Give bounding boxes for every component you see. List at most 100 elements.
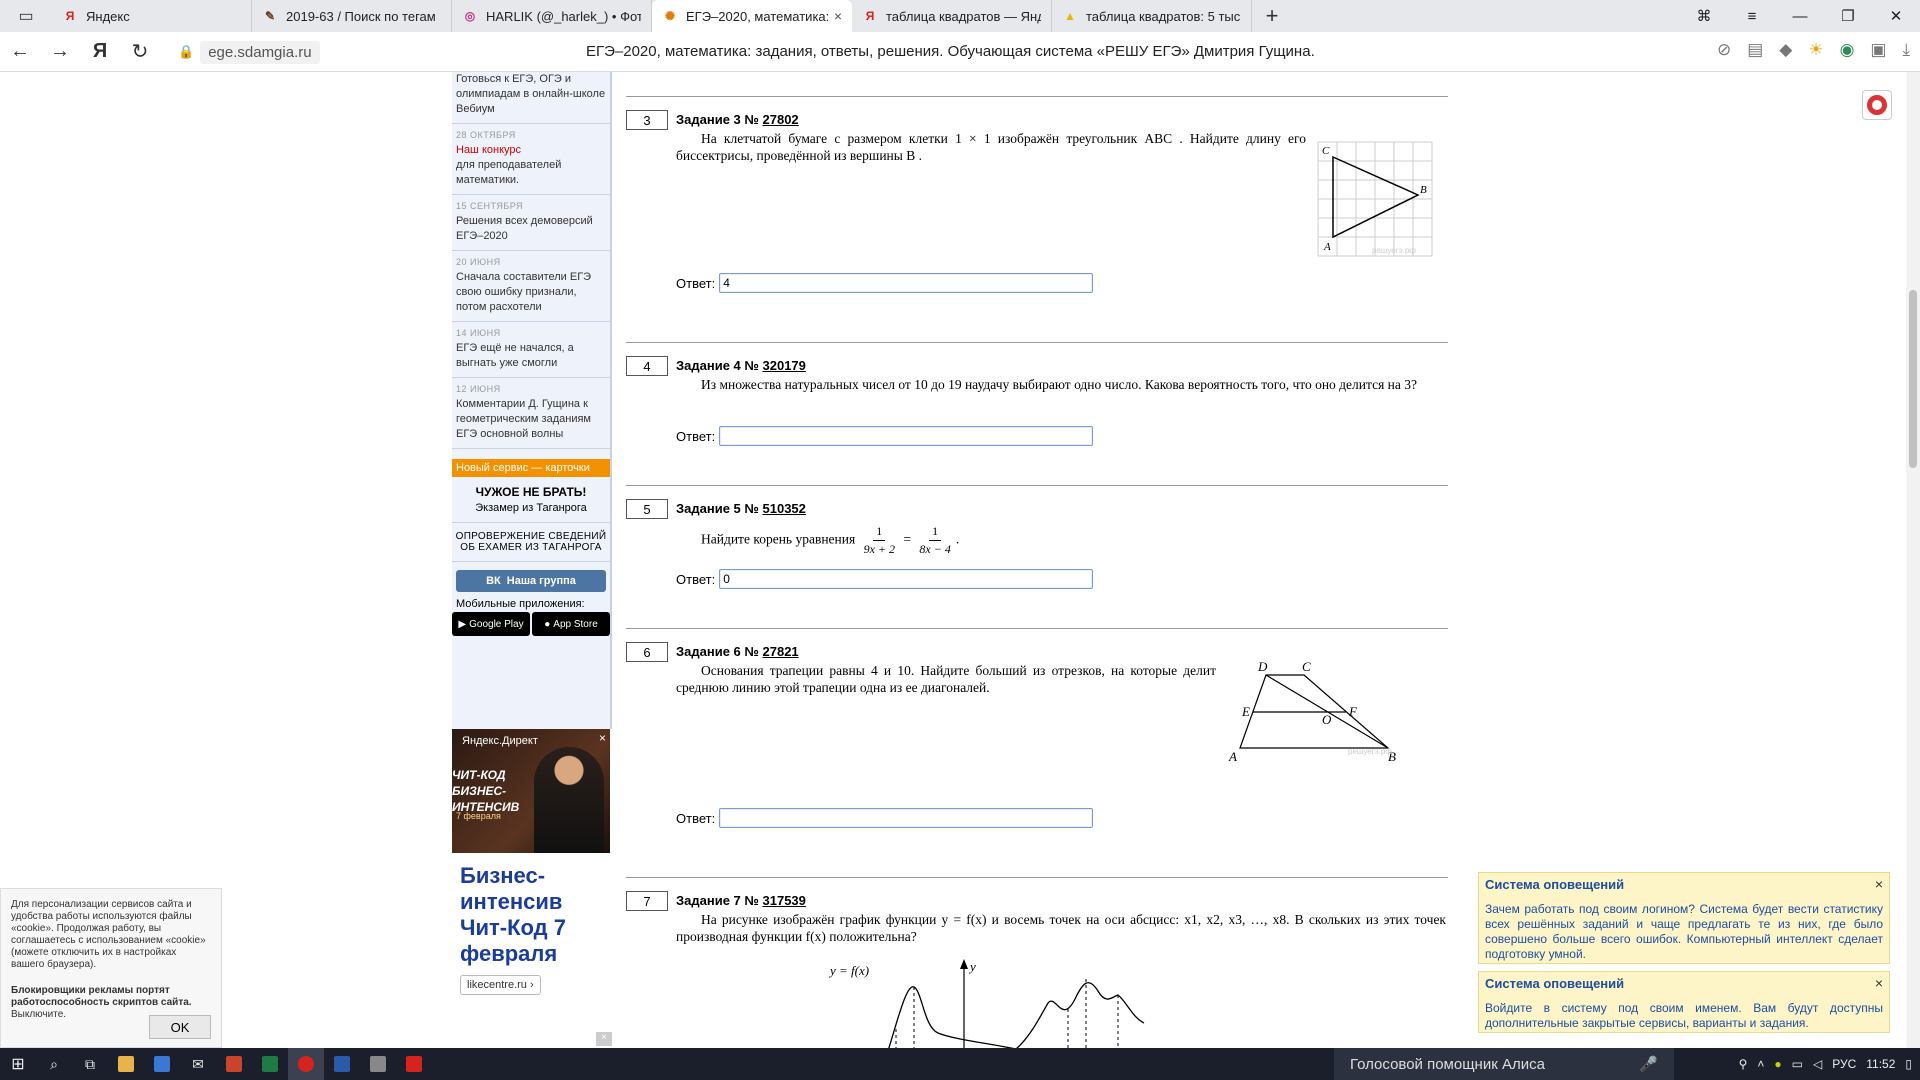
tag-icon: ✎	[264, 9, 276, 23]
windows-taskbar: ⊞ ⌕ ⧉ ✉ Голосовой помощник Алиса 🎤 ⚲ ˄ ●…	[0, 1048, 1920, 1080]
collections-icon[interactable]: ▣	[1870, 40, 1886, 60]
sdamgia-icon: ✺	[664, 9, 676, 23]
close-tab-icon[interactable]: ×	[834, 8, 842, 24]
notification-text: Зачем работать под своим логином? Систем…	[1485, 902, 1883, 961]
clock[interactable]: 11:52	[1866, 1057, 1895, 1071]
task-id-link[interactable]: 317539	[763, 893, 806, 908]
browser-tab-bar: ▭ Я Яндекс ✎ 2019-63 / Поиск по тегам ◎ …	[0, 0, 1920, 32]
app-icon[interactable]	[360, 1048, 396, 1080]
restore-icon[interactable]: ❐	[1824, 0, 1872, 32]
volume-icon[interactable]: ◁	[1813, 1057, 1822, 1071]
answer-row: Ответ:	[676, 426, 1094, 446]
microphone-icon[interactable]: 🎤	[1639, 1055, 1658, 1073]
equals-sign: =	[903, 531, 912, 547]
minimize-icon[interactable]: —	[1776, 0, 1824, 32]
news-item[interactable]: 12 июня Комментарии Д. Гущина к геометри…	[452, 378, 610, 449]
ad-close-icon[interactable]: ×	[596, 1032, 612, 1046]
store-icon[interactable]	[144, 1048, 180, 1080]
new-tab-button[interactable]: +	[1252, 0, 1292, 32]
ad-title[interactable]: Бизнес-интенсив Чит-Код 7 февраля	[452, 853, 612, 975]
answer-input[interactable]	[719, 808, 1094, 828]
bookmarks-icon[interactable]: ⌘	[1680, 0, 1728, 32]
news-link[interactable]: Наш конкурс	[456, 144, 521, 156]
yandex-home-button[interactable]: Я	[80, 40, 120, 63]
network-icon[interactable]: ▭	[1792, 1057, 1803, 1071]
powerpoint-icon[interactable]	[216, 1048, 252, 1080]
ad-close-icon[interactable]: ×	[599, 731, 606, 745]
excel-icon[interactable]	[252, 1048, 288, 1080]
yandex-direct-ad[interactable]: Яндекс.Директ × ЧИТ-КОД БИЗНЕС-ИНТЕНСИВ …	[452, 729, 612, 1048]
news-item[interactable]: 14 июня ЕГЭ ещё не начался, а выгнать уж…	[452, 322, 610, 378]
task-3: 3 Задание 3 № 27802 На клетчатой бумаге …	[626, 110, 1448, 310]
ad-image[interactable]: Яндекс.Директ × ЧИТ-КОД БИЗНЕС-ИНТЕНСИВ …	[452, 729, 610, 853]
camera-off-icon[interactable]: ⊘	[1717, 40, 1731, 60]
app-tray-icon[interactable]: ●	[1774, 1057, 1781, 1071]
vk-group-button[interactable]: ВК Наша группа	[456, 570, 606, 592]
reader-icon[interactable]: ▤	[1747, 40, 1763, 60]
scrollbar-thumb[interactable]	[1909, 290, 1917, 468]
lhs-denominator: 9x + 2	[863, 542, 896, 556]
app-store-button[interactable]: ● App Store	[532, 612, 610, 636]
mail-icon[interactable]: ✉	[180, 1048, 216, 1080]
task-view-icon[interactable]: ⧉	[72, 1048, 108, 1080]
lifebuoy-icon	[1867, 95, 1887, 115]
alice-voice-assistant[interactable]: Голосовой помощник Алиса 🎤	[1334, 1048, 1674, 1080]
news-item[interactable]: 15 сентября Решения всех демоверсий ЕГЭ–…	[452, 195, 610, 251]
task-id-link[interactable]: 510352	[763, 501, 806, 516]
notification-close-icon[interactable]: ×	[1875, 876, 1883, 892]
weather-icon[interactable]: ☀	[1808, 40, 1823, 60]
url-field[interactable]: 🔒 ege.sdamgia.ru ЕГЭ–2020, математика: з…	[178, 38, 1658, 66]
answer-input[interactable]	[719, 569, 1094, 589]
tab-instagram[interactable]: ◎ HARLIK (@_harlek_) • Фото	[452, 0, 652, 32]
yandex-app-icon[interactable]	[396, 1048, 432, 1080]
back-icon[interactable]: ←	[0, 40, 40, 63]
news-date: 20 июня	[456, 257, 501, 267]
search-icon[interactable]: ⌕	[36, 1048, 72, 1080]
cards-service-banner[interactable]: Новый сервис — карточки	[452, 459, 610, 477]
word-icon[interactable]	[324, 1048, 360, 1080]
tray-arrow-icon[interactable]: ˄	[1757, 1057, 1764, 1071]
file-explorer-icon[interactable]	[108, 1048, 144, 1080]
bookmark-icon[interactable]: ◆	[1779, 40, 1792, 60]
extension-icon[interactable]: ◉	[1840, 40, 1855, 60]
ad-brand: Яндекс.Директ	[462, 735, 538, 747]
page-viewport: Готовься к ЕГЭ, ОГЭ и олимпиадам в онлай…	[0, 72, 1906, 1048]
answer-input[interactable]	[719, 273, 1094, 293]
windows-start-icon[interactable]: ⊞	[0, 1048, 36, 1080]
menu-icon[interactable]: ≡	[1728, 0, 1776, 32]
people-icon[interactable]: ⚲	[1739, 1057, 1748, 1071]
cookie-ok-button[interactable]: OK	[149, 1015, 211, 1039]
task-id-link[interactable]: 27821	[763, 644, 799, 659]
page-scrollbar[interactable]	[1906, 72, 1920, 1048]
alien-promo[interactable]: ЧУЖОЕ НЕ БРАТЬ! Экзамер из Таганрога	[452, 477, 610, 523]
task-heading: Задание 4 № 320179	[676, 358, 806, 373]
help-lifebuoy-button[interactable]	[1862, 90, 1892, 120]
notification-close-icon[interactable]: ×	[1875, 975, 1883, 991]
google-play-button[interactable]: ▶ Google Play	[452, 612, 530, 636]
yandex-browser-icon[interactable]	[288, 1048, 324, 1080]
url-domain: ege.sdamgia.ru	[200, 40, 320, 64]
task-id-link[interactable]: 27802	[763, 112, 799, 127]
language-indicator[interactable]: РУС	[1832, 1057, 1856, 1071]
play-icon: ▶	[458, 618, 467, 630]
reload-icon[interactable]: ↻	[120, 39, 160, 64]
close-window-icon[interactable]: ✕	[1872, 0, 1920, 32]
tab-yandex-squares[interactable]: Я таблица квадратов — Янд	[852, 0, 1052, 32]
forward-icon[interactable]: →	[40, 40, 80, 63]
downloads-icon[interactable]: ⤓	[1902, 40, 1910, 60]
notifications-icon[interactable]: ▯	[1905, 1057, 1912, 1071]
news-item[interactable]: 20 июня Сначала составители ЕГЭ свою оши…	[452, 251, 610, 322]
news-item[interactable]: 28 октября Наш конкурс для преподавателей…	[452, 124, 610, 195]
ad-link[interactable]: likecentre.ru ›	[460, 975, 541, 995]
tab-tags-search[interactable]: ✎ 2019-63 / Поиск по тегам	[252, 0, 452, 32]
task-id-link[interactable]: 320179	[763, 358, 806, 373]
answer-row: Ответ:	[676, 808, 1094, 828]
refute-link[interactable]: ОПРОВЕРЖЕНИЕ СВЕДЕНИЙ ОБ EXAMER ИЗ ТАГАН…	[452, 523, 610, 562]
news-item[interactable]: Готовься к ЕГЭ, ОГЭ и олимпиадам в онлай…	[452, 72, 610, 124]
answer-input[interactable]	[719, 426, 1094, 446]
tabs-menu-icon[interactable]: ▭	[0, 0, 52, 32]
task-heading-label: Задание 7 №	[676, 893, 759, 908]
tab-images-squares[interactable]: ▲ таблица квадратов: 5 тыс	[1052, 0, 1252, 32]
tab-sdamgia[interactable]: ✺ ЕГЭ–2020, математика: з ×	[652, 0, 852, 32]
tab-yandex[interactable]: Я Яндекс	[52, 0, 252, 32]
